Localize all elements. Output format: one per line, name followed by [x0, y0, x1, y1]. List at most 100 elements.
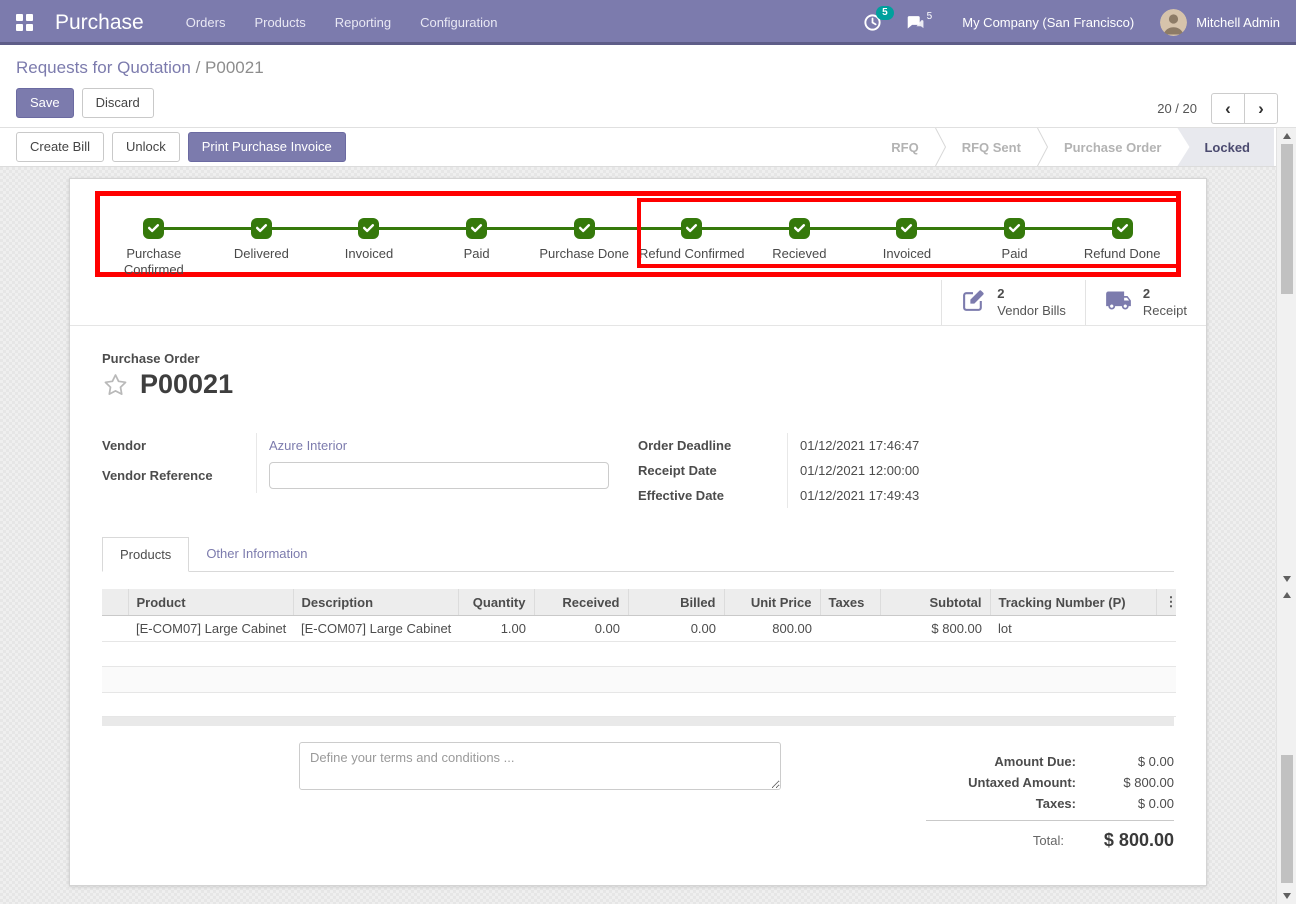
menu-products[interactable]: Products [254, 15, 305, 30]
favorite-star-icon[interactable] [102, 372, 129, 398]
order-steps-highlight-outer: Purchase Confirmed Delivered Invoiced Pa… [95, 191, 1181, 277]
step-purchase-done: Purchase Done [530, 218, 638, 277]
menu-reporting[interactable]: Reporting [335, 15, 391, 30]
striped-empty-row [102, 667, 1176, 693]
order-lines-table: Product Description Quantity Received Bi… [102, 589, 1176, 717]
terms-and-conditions-textarea[interactable] [299, 742, 781, 790]
vendor-bills-label: Vendor Bills [997, 303, 1066, 319]
col-tracking-number: Tracking Number (P) [990, 589, 1156, 616]
cell-tracking-number[interactable]: lot [990, 616, 1156, 642]
top-navbar: Purchase Orders Products Reporting Confi… [0, 0, 1296, 45]
cell-received[interactable]: 0.00 [534, 616, 628, 642]
vendor-value-link[interactable]: Azure Interior [257, 438, 347, 453]
scrollbar-thumb[interactable] [1281, 144, 1293, 294]
effective-date-label: Effective Date [638, 483, 788, 508]
list-horizontal-scrollbar[interactable] [102, 717, 1174, 726]
col-product: Product [128, 589, 293, 616]
tab-other-information[interactable]: Other Information [189, 537, 324, 571]
status-rfq[interactable]: RFQ [875, 128, 934, 166]
row-handle[interactable] [102, 616, 128, 642]
scroll-up-arrow-icon[interactable] [1283, 592, 1291, 598]
apps-menu-icon[interactable] [16, 14, 33, 31]
cell-description[interactable]: [E-COM07] Large Cabinet [293, 616, 458, 642]
col-received: Received [534, 589, 628, 616]
pencil-square-icon [961, 288, 986, 318]
taxes-label: Taxes: [1036, 796, 1076, 811]
cell-product[interactable]: [E-COM07] Large Cabinet [128, 616, 293, 642]
action-bar: Create Bill Unlock Print Purchase Invoic… [0, 128, 1296, 167]
order-deadline-value[interactable]: 01/12/2021 17:46:47 [788, 438, 919, 453]
status-purchase-order[interactable]: Purchase Order [1048, 128, 1178, 166]
tab-products[interactable]: Products [102, 537, 189, 572]
col-subtotal: Subtotal [880, 589, 990, 616]
breadcrumb-current: P00021 [205, 58, 264, 77]
cell-quantity[interactable]: 1.00 [458, 616, 534, 642]
pager-next-button[interactable]: › [1244, 93, 1278, 124]
menu-configuration[interactable]: Configuration [420, 15, 497, 30]
scroll-up-arrow-icon[interactable] [1283, 133, 1291, 139]
check-icon [789, 218, 810, 239]
totals-block: Amount Due: $ 0.00 Untaxed Amount: $ 800… [926, 742, 1174, 854]
menu-orders[interactable]: Orders [186, 15, 226, 30]
status-rfq-sent[interactable]: RFQ Sent [946, 128, 1037, 166]
check-icon [896, 218, 917, 239]
discard-button[interactable]: Discard [82, 88, 154, 118]
order-deadline-label: Order Deadline [638, 433, 788, 458]
vendor-label: Vendor [102, 433, 257, 458]
step-refund-confirmed: Refund Confirmed [638, 218, 746, 277]
app-title: Purchase [55, 11, 144, 35]
effective-date-value: 01/12/2021 17:49:43 [788, 488, 919, 503]
check-icon [574, 218, 595, 239]
vendor-bills-stat-button[interactable]: 2 Vendor Bills [941, 280, 1085, 325]
check-icon [143, 218, 164, 239]
receipt-date-value[interactable]: 01/12/2021 12:00:00 [788, 463, 919, 478]
status-locked-active[interactable]: Locked [1177, 128, 1274, 166]
check-icon [1112, 218, 1133, 239]
cell-unit-price[interactable]: 800.00 [724, 616, 820, 642]
cell-taxes[interactable] [820, 616, 880, 642]
scrollbar-thumb[interactable] [1281, 755, 1293, 883]
messages-count: 5 [927, 11, 933, 22]
user-avatar[interactable] [1160, 9, 1187, 36]
activity-clock-icon[interactable]: 5 [863, 13, 882, 32]
field-group: Vendor Azure Interior Vendor Reference O… [102, 433, 1174, 508]
col-quantity: Quantity [458, 589, 534, 616]
user-menu[interactable]: Mitchell Admin [1196, 15, 1280, 30]
receipt-count: 2 [1143, 286, 1187, 302]
unlock-button[interactable]: Unlock [112, 132, 180, 162]
untaxed-amount-value: $ 800.00 [1094, 775, 1174, 790]
check-icon [681, 218, 702, 239]
scroll-down-arrow-icon[interactable] [1283, 893, 1291, 899]
step-refund-done: Refund Done [1068, 218, 1176, 277]
empty-row [102, 693, 1176, 717]
pager-value: 20 / 20 [1157, 101, 1197, 116]
receipt-stat-button[interactable]: 2 Receipt [1085, 280, 1206, 325]
check-icon [466, 218, 487, 239]
company-switcher[interactable]: My Company (San Francisco) [962, 15, 1134, 30]
col-taxes: Taxes [820, 589, 880, 616]
chevron-right-icon [1037, 128, 1048, 166]
truck-icon [1105, 287, 1132, 319]
step-paid: Paid [423, 218, 531, 277]
cell-billed[interactable]: 0.00 [628, 616, 724, 642]
receipt-date-label: Receipt Date [638, 458, 788, 483]
scroll-down-arrow-icon[interactable] [1283, 576, 1291, 582]
print-purchase-invoice-button[interactable]: Print Purchase Invoice [188, 132, 346, 162]
chevron-right-icon [935, 128, 946, 166]
pager-previous-button[interactable]: ‹ [1211, 93, 1245, 124]
save-button[interactable]: Save [16, 88, 74, 118]
vertical-scrollbar[interactable] [1276, 128, 1296, 904]
check-icon [251, 218, 272, 239]
column-options-icon[interactable]: ⋮ [1156, 589, 1176, 616]
vendor-reference-input[interactable] [269, 462, 609, 489]
vendor-bills-count: 2 [997, 286, 1066, 302]
breadcrumb-parent-link[interactable]: Requests for Quotation [16, 58, 191, 77]
create-bill-button[interactable]: Create Bill [16, 132, 104, 162]
col-description: Description [293, 589, 458, 616]
record-type-label: Purchase Order [102, 351, 1174, 366]
messages-chat-icon[interactable]: 5 [906, 15, 933, 31]
notebook-tabs: Products Other Information [102, 537, 1174, 572]
order-line-row[interactable]: [E-COM07] Large Cabinet [E-COM07] Large … [102, 616, 1176, 642]
table-header-row: Product Description Quantity Received Bi… [102, 589, 1176, 616]
order-name-title: P00021 [140, 369, 233, 400]
